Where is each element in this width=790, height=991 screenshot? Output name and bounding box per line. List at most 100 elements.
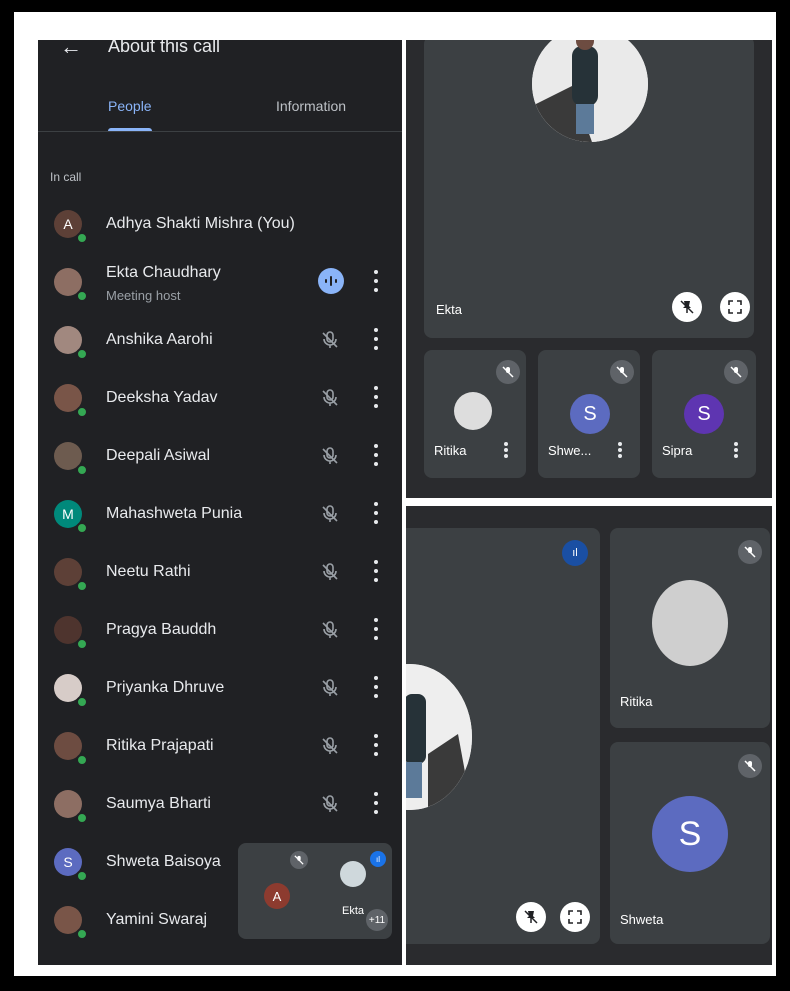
panel-title: About this call bbox=[108, 40, 221, 56]
participant-name: Deeksha Yadav bbox=[106, 389, 218, 406]
main-photo bbox=[532, 40, 648, 142]
about-call-panel: ← About this call People Information In … bbox=[38, 40, 402, 965]
more-options-icon[interactable] bbox=[372, 618, 380, 640]
mic-off-icon bbox=[320, 562, 340, 582]
participant-name: Ritika Prajapati bbox=[106, 737, 214, 754]
ritika-photo bbox=[652, 580, 728, 666]
self-avatar: A bbox=[264, 883, 290, 909]
online-status-dot bbox=[76, 580, 88, 592]
participant-row[interactable]: Priyanka Dhruve bbox=[38, 666, 402, 716]
side-tile[interactable]: Ritika bbox=[610, 528, 770, 728]
participant-name: Pragya Bauddh bbox=[106, 621, 217, 638]
more-options-icon[interactable] bbox=[616, 442, 624, 458]
mic-off-icon bbox=[320, 794, 340, 814]
back-arrow-icon[interactable]: ← bbox=[60, 40, 82, 60]
small-tile-name: Shwe... bbox=[548, 443, 592, 458]
fullscreen-icon[interactable] bbox=[720, 292, 750, 322]
more-options-icon[interactable] bbox=[372, 792, 380, 814]
online-status-dot bbox=[76, 348, 88, 360]
more-options-icon[interactable] bbox=[372, 444, 380, 466]
side-tile-name: Ritika bbox=[620, 694, 653, 709]
participant-row[interactable]: Ekta Chaudhary Meeting host bbox=[38, 260, 402, 310]
ekta-photo bbox=[340, 861, 366, 887]
panel-header: ← About this call bbox=[38, 40, 402, 64]
floating-self-view[interactable]: A ıl Ekta +11 bbox=[238, 843, 392, 939]
participant-row[interactable]: Ritika Prajapati bbox=[38, 724, 402, 774]
more-options-icon[interactable] bbox=[372, 502, 380, 524]
speaking-icon: ıl bbox=[370, 851, 386, 867]
horizontal-divider bbox=[406, 498, 772, 506]
mic-off-icon bbox=[738, 540, 762, 564]
participant-name: Neetu Rathi bbox=[106, 563, 191, 580]
more-options-icon[interactable] bbox=[502, 442, 510, 458]
participant-name: Shweta Baisoya bbox=[106, 853, 221, 870]
main-tile[interactable]: ıl bbox=[406, 528, 600, 944]
main-tile-name: Ekta bbox=[436, 302, 463, 317]
participant-role: Meeting host bbox=[106, 288, 181, 303]
main-tile[interactable]: Ekta bbox=[424, 40, 754, 338]
participant-row[interactable]: A Adhya Shakti Mishra (You) bbox=[38, 202, 402, 252]
more-options-icon[interactable] bbox=[372, 560, 380, 582]
participant-name: Adhya Shakti Mishra (You) bbox=[106, 215, 295, 232]
small-tile[interactable]: S Sipra bbox=[652, 350, 756, 478]
speaking-icon bbox=[318, 268, 344, 294]
online-status-dot bbox=[76, 870, 88, 882]
avatar: S bbox=[684, 394, 724, 434]
mic-off-icon bbox=[290, 851, 308, 869]
online-status-dot bbox=[76, 522, 88, 534]
participant-row[interactable]: M Mahashweta Punia bbox=[38, 492, 402, 542]
participant-row[interactable]: Deepali Asiwal bbox=[38, 434, 402, 484]
online-status-dot bbox=[76, 290, 88, 302]
avatar: S bbox=[570, 394, 610, 434]
more-options-icon[interactable] bbox=[372, 386, 380, 408]
mic-off-icon bbox=[496, 360, 520, 384]
online-status-dot bbox=[76, 638, 88, 650]
participant-row[interactable]: Anshika Aarohi bbox=[38, 318, 402, 368]
participant-row[interactable]: Neetu Rathi bbox=[38, 550, 402, 600]
mic-off-icon bbox=[320, 504, 340, 524]
participant-name: Saumya Bharti bbox=[106, 795, 211, 812]
avatar: S bbox=[652, 796, 728, 872]
participant-row[interactable]: Saumya Bharti bbox=[38, 782, 402, 832]
tab-divider bbox=[38, 131, 402, 132]
mic-off-icon bbox=[320, 388, 340, 408]
pin-off-icon[interactable] bbox=[516, 902, 546, 932]
side-tile-name: Shweta bbox=[620, 912, 664, 927]
participant-name: Ekta Chaudhary bbox=[106, 264, 221, 281]
participant-name: Anshika Aarohi bbox=[106, 331, 213, 348]
more-options-icon[interactable] bbox=[372, 676, 380, 698]
more-options-icon[interactable] bbox=[372, 734, 380, 756]
participant-row[interactable]: Pragya Bauddh bbox=[38, 608, 402, 658]
tab-information[interactable]: Information bbox=[276, 98, 346, 114]
pin-off-icon[interactable] bbox=[672, 292, 702, 322]
participant-name: Mahashweta Punia bbox=[106, 505, 243, 522]
online-status-dot bbox=[76, 232, 88, 244]
section-label: In call bbox=[50, 170, 82, 184]
small-tile[interactable]: S Shwe... bbox=[538, 350, 640, 478]
online-status-dot bbox=[76, 406, 88, 418]
mic-off-icon bbox=[724, 360, 748, 384]
mic-off-icon bbox=[610, 360, 634, 384]
more-options-icon[interactable] bbox=[372, 328, 380, 350]
small-tile-name: Sipra bbox=[662, 443, 693, 458]
more-options-icon[interactable] bbox=[732, 442, 740, 458]
ritika-photo bbox=[454, 392, 492, 430]
mic-off-icon bbox=[738, 754, 762, 778]
video-grid-bottom: ıl Ritika S Shweta bbox=[406, 506, 772, 965]
participant-name: Priyanka Dhruve bbox=[106, 679, 225, 696]
mic-off-icon bbox=[320, 446, 340, 466]
video-grid-top: Ekta Ritika S Shwe... S Sipra bbox=[406, 40, 772, 498]
participant-name: Deepali Asiwal bbox=[106, 447, 211, 464]
online-status-dot bbox=[76, 696, 88, 708]
ekta-photo bbox=[406, 664, 472, 810]
more-participants-badge[interactable]: +11 bbox=[366, 909, 388, 931]
online-status-dot bbox=[76, 464, 88, 476]
side-tile[interactable]: S Shweta bbox=[610, 742, 770, 944]
tab-people[interactable]: People bbox=[108, 98, 152, 114]
more-options-icon[interactable] bbox=[372, 270, 380, 292]
speaking-icon: ıl bbox=[562, 540, 588, 566]
small-tile[interactable]: Ritika bbox=[424, 350, 526, 478]
fullscreen-icon[interactable] bbox=[560, 902, 590, 932]
mic-off-icon bbox=[320, 736, 340, 756]
participant-row[interactable]: Deeksha Yadav bbox=[38, 376, 402, 426]
